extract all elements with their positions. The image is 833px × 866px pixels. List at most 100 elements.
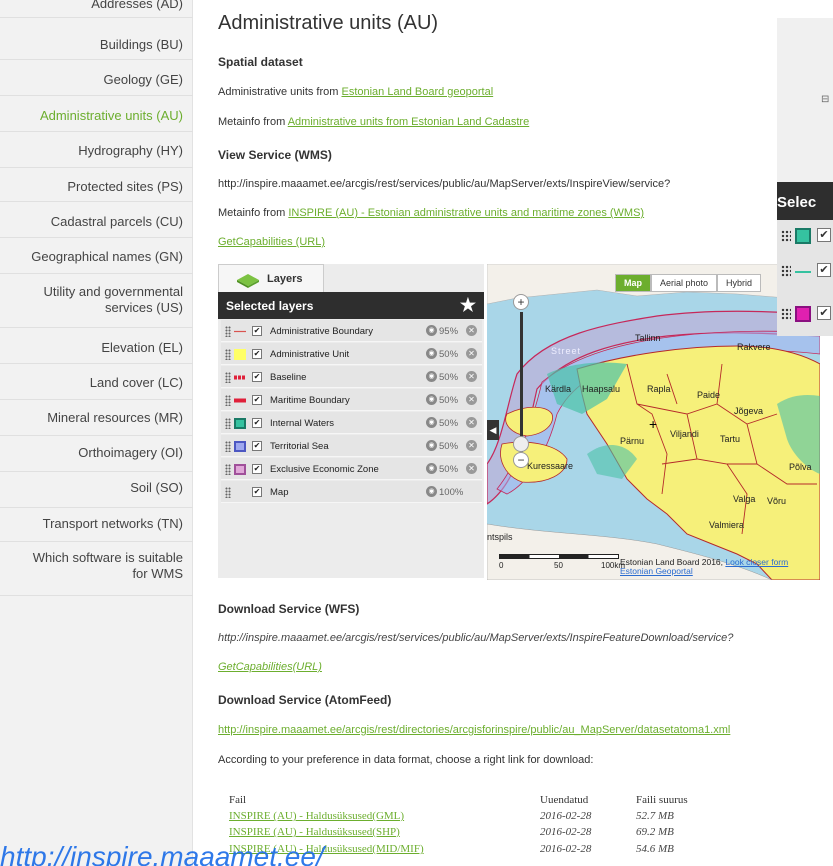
drag-handle-icon[interactable] bbox=[225, 464, 231, 475]
sidebar-item-geographical-names[interactable]: Geographical names (GN) bbox=[0, 240, 193, 274]
zoom-out-button[interactable]: − bbox=[513, 452, 529, 468]
zoom-in-button[interactable]: + bbox=[513, 294, 529, 310]
sidebar-item-which-software[interactable]: Which software is suitable for WMS bbox=[0, 544, 193, 596]
sidebar-item-geology[interactable]: Geology (GE) bbox=[0, 64, 193, 96]
drag-handle-icon[interactable] bbox=[225, 349, 231, 360]
remove-layer-icon[interactable]: ✕ bbox=[466, 417, 477, 428]
fill-swatch-icon bbox=[234, 418, 246, 429]
wfs-url: http://inspire.maaamet.ee/arcgis/rest/se… bbox=[218, 632, 734, 644]
collapse-panel-icon[interactable]: ◀ bbox=[487, 420, 499, 440]
eye-icon[interactable]: ◉ bbox=[426, 325, 437, 336]
map-place-label: Tallinn bbox=[635, 333, 661, 343]
sidebar-item-elevation[interactable]: Elevation (EL) bbox=[0, 330, 193, 364]
drag-handle-icon[interactable] bbox=[225, 441, 231, 452]
sidebar-item-protected-sites[interactable]: Protected sites (PS) bbox=[0, 170, 193, 202]
eye-icon[interactable]: ◉ bbox=[426, 417, 437, 428]
wms-metainfo-prefix: Metainfo from bbox=[218, 207, 289, 219]
map-button[interactable]: Map bbox=[615, 274, 651, 292]
download-link-gml[interactable]: INSPIRE (AU) - Haldusüksused(GML) bbox=[229, 810, 529, 825]
layer-checkbox[interactable]: ✔ bbox=[252, 395, 262, 405]
wfs-getcapabilities-link[interactable]: GetCapabilities(URL) bbox=[218, 661, 322, 673]
eye-icon[interactable]: ◉ bbox=[426, 348, 437, 359]
zoom-slider-track[interactable] bbox=[520, 312, 523, 452]
wms-heading: View Service (WMS) bbox=[218, 148, 332, 162]
hybrid-button[interactable]: Hybrid bbox=[717, 274, 762, 292]
sidebar-item-mineral-resources[interactable]: Mineral resources (MR) bbox=[0, 402, 193, 436]
eye-icon[interactable]: ◉ bbox=[426, 394, 437, 405]
eye-icon[interactable]: ◉ bbox=[426, 440, 437, 451]
map-view[interactable]: Tallinn Rakvere Kärdla Haapsalu Rapla Pa… bbox=[487, 264, 820, 580]
crosshair-icon: + bbox=[649, 416, 658, 432]
layer-name: Territorial Sea bbox=[270, 441, 329, 452]
layer-checkbox[interactable]: ✔ bbox=[817, 263, 831, 277]
layer-row[interactable]: ✔ Maritime Boundary ◉ 50% ✕ bbox=[221, 389, 482, 411]
layer-checkbox[interactable]: ✔ bbox=[252, 349, 262, 359]
atom-url-link[interactable]: http://inspire.maaamet.ee/arcgis/rest/di… bbox=[218, 724, 730, 736]
drag-handle-icon[interactable] bbox=[225, 372, 231, 383]
land-cadastre-link[interactable]: Administrative units from Estonian Land … bbox=[288, 116, 530, 128]
aerial-photo-button[interactable]: Aerial photo bbox=[651, 274, 718, 292]
map-place-label: Paide bbox=[697, 390, 721, 400]
zoom-slider-handle[interactable] bbox=[513, 436, 529, 452]
sidebar-item-land-cover[interactable]: Land cover (LC) bbox=[0, 366, 193, 400]
layer-row[interactable]: ✔ Map ◉ 100% bbox=[221, 481, 482, 503]
sidebar-item-utility-services[interactable]: Utility and governmental services (US) bbox=[0, 276, 193, 328]
sidebar-item-label: Geology (GE) bbox=[103, 72, 183, 87]
drag-handle-icon[interactable] bbox=[225, 418, 231, 429]
remove-layer-icon[interactable]: ✕ bbox=[466, 463, 477, 474]
sidebar-item-addresses[interactable]: Addresses (AD) bbox=[0, 0, 193, 18]
remove-layer-icon[interactable]: ✕ bbox=[466, 394, 477, 405]
layer-checkbox[interactable]: ✔ bbox=[817, 228, 831, 242]
sidebar-item-label: Utility and governmental services (US) bbox=[43, 284, 183, 315]
remove-layer-icon[interactable]: ✕ bbox=[466, 325, 477, 336]
sidebar-item-transport-networks[interactable]: Transport networks (TN) bbox=[0, 508, 193, 542]
download-link-shp[interactable]: INSPIRE (AU) - Haldusüksused(SHP) bbox=[229, 826, 529, 841]
spatial-dataset-heading: Spatial dataset bbox=[218, 55, 303, 69]
layer-name: Internal Waters bbox=[270, 418, 335, 429]
look-closer-link[interactable]: Look closer form bbox=[725, 557, 788, 567]
layer-checkbox[interactable]: ✔ bbox=[817, 306, 831, 320]
eye-icon[interactable]: ◉ bbox=[426, 463, 437, 474]
layer-row[interactable]: ✔ Territorial Sea ◉ 50% ✕ bbox=[221, 435, 482, 457]
layer-row[interactable]: ✔ Administrative Boundary ◉ 95% ✕ bbox=[221, 320, 482, 342]
layer-checkbox[interactable]: ✔ bbox=[252, 418, 262, 428]
map-place-label: ntspils bbox=[487, 532, 513, 542]
layer-row[interactable]: ✔ Baseline ◉ 50% ✕ bbox=[221, 366, 482, 388]
drag-handle-icon[interactable] bbox=[225, 395, 231, 406]
sidebar-item-administrative-units[interactable]: Administrative units (AU) bbox=[0, 100, 193, 132]
layer-row[interactable]: ✔ Administrative Unit ◉ 50% ✕ bbox=[221, 343, 482, 365]
remove-layer-icon[interactable]: ✕ bbox=[466, 440, 477, 451]
drag-handle-icon[interactable] bbox=[781, 265, 791, 277]
eye-icon[interactable]: ◉ bbox=[426, 486, 437, 497]
drag-handle-icon[interactable] bbox=[781, 230, 791, 242]
drag-handle-icon[interactable] bbox=[225, 487, 231, 498]
remove-layer-icon[interactable]: ✕ bbox=[466, 348, 477, 359]
sidebar-item-buildings[interactable]: Buildings (BU) bbox=[0, 30, 193, 60]
layer-row[interactable]: ✔ Internal Waters ◉ 50% ✕ bbox=[221, 412, 482, 434]
sidebar: Addresses (AD) Buildings (BU) Geology (G… bbox=[0, 0, 193, 866]
wms-getcapabilities-link[interactable]: GetCapabilities (URL) bbox=[218, 236, 325, 248]
estonian-land-board-link[interactable]: Estonian Land Board geoportal bbox=[341, 86, 493, 98]
layer-checkbox[interactable]: ✔ bbox=[252, 487, 262, 497]
sidebar-item-soil[interactable]: Soil (SO) bbox=[0, 474, 193, 508]
layer-checkbox[interactable]: ✔ bbox=[252, 326, 262, 336]
layer-row[interactable]: ✔ Exclusive Economic Zone ◉ 50% ✕ bbox=[221, 458, 482, 480]
estonian-geoportal-link[interactable]: Estonian Geoportal bbox=[620, 566, 693, 576]
eye-icon[interactable]: ◉ bbox=[426, 371, 437, 382]
layers-tab[interactable]: Layers bbox=[218, 264, 324, 292]
minus-icon[interactable]: ⊟ bbox=[821, 94, 829, 105]
star-icon[interactable]: ★ bbox=[460, 295, 476, 316]
sidebar-item-label: Orthoimagery (OI) bbox=[78, 445, 183, 460]
layer-checkbox[interactable]: ✔ bbox=[252, 372, 262, 382]
drag-handle-icon[interactable] bbox=[225, 326, 231, 337]
preference-text: According to your preference in data for… bbox=[218, 754, 594, 766]
layer-opacity: 50% bbox=[439, 395, 459, 406]
sidebar-item-hydrography[interactable]: Hydrography (HY) bbox=[0, 136, 193, 168]
layer-checkbox[interactable]: ✔ bbox=[252, 441, 262, 451]
remove-layer-icon[interactable]: ✕ bbox=[466, 371, 477, 382]
drag-handle-icon[interactable] bbox=[781, 308, 791, 320]
sidebar-item-orthoimagery[interactable]: Orthoimagery (OI) bbox=[0, 438, 193, 472]
inspire-wms-link[interactable]: INSPIRE (AU) - Estonian administrative u… bbox=[288, 207, 644, 219]
sidebar-item-cadastral-parcels[interactable]: Cadastral parcels (CU) bbox=[0, 206, 193, 238]
layer-checkbox[interactable]: ✔ bbox=[252, 464, 262, 474]
